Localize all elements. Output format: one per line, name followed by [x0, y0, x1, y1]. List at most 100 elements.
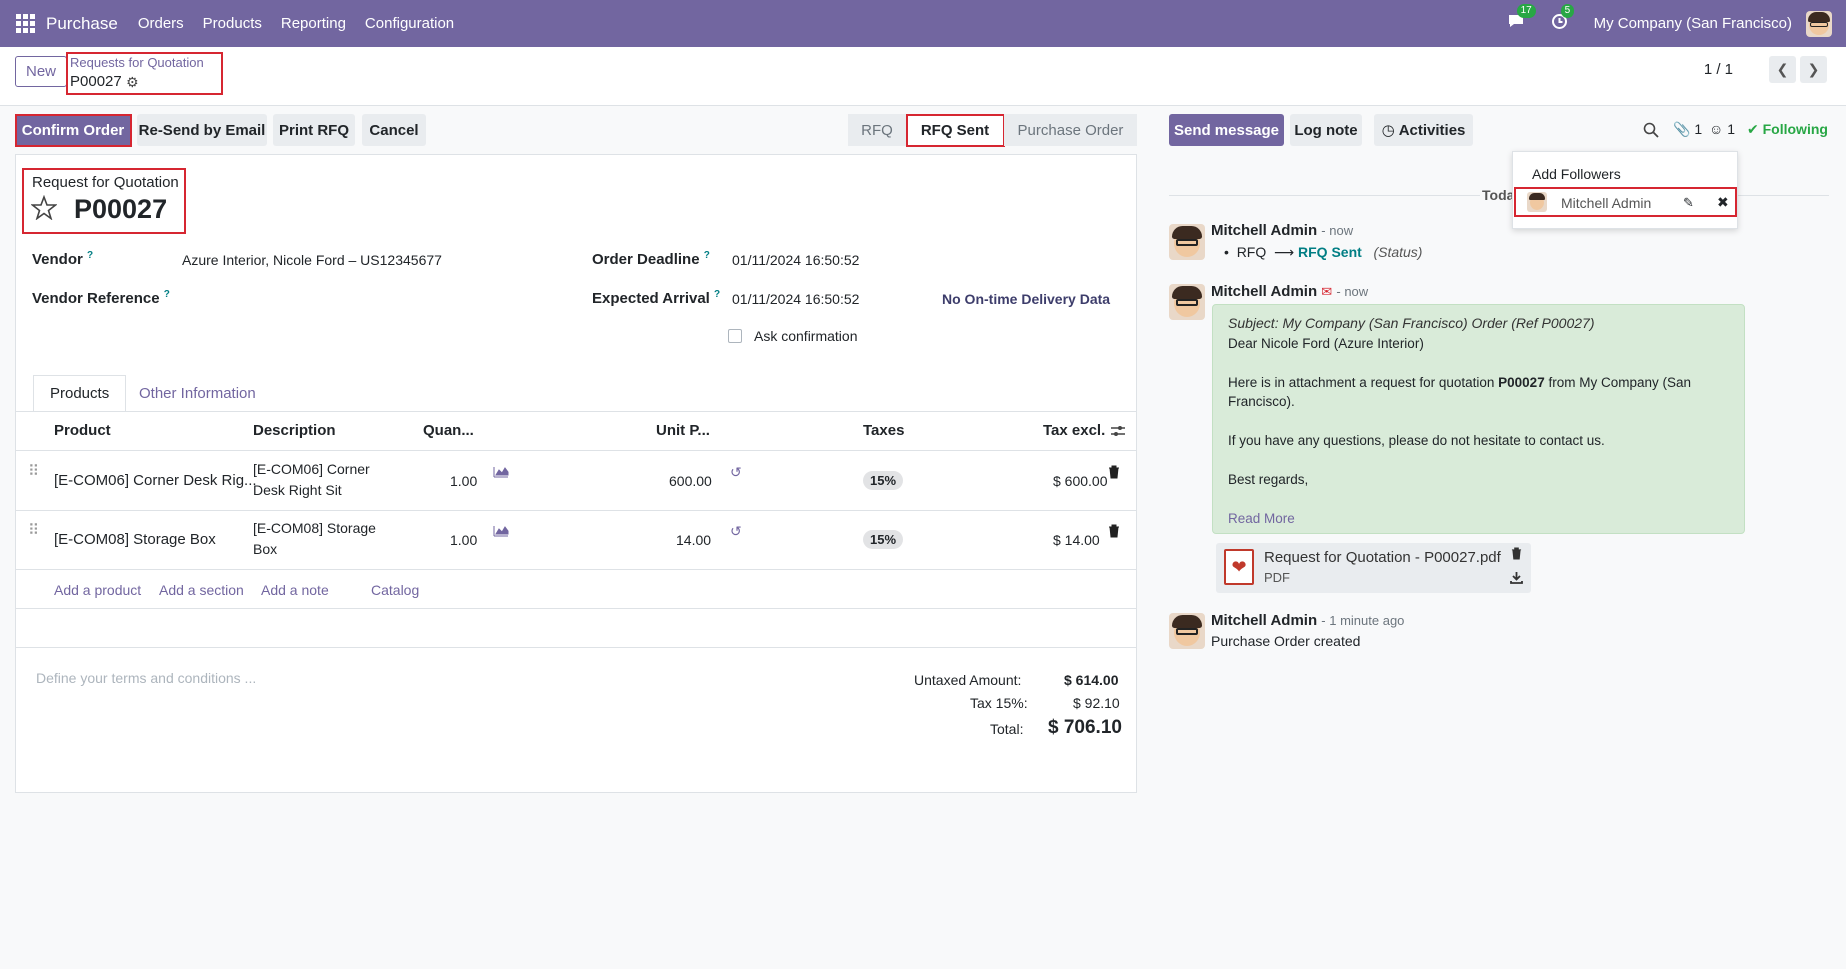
message-author[interactable]: Mitchell Admin - 1 minute ago — [1211, 612, 1404, 629]
row-unit-price[interactable]: 600.00 — [669, 473, 712, 489]
confirm-order-button[interactable]: Confirm Order — [15, 114, 131, 146]
ask-confirmation-checkbox[interactable] — [728, 329, 742, 343]
total-value: $ 706.10 — [1048, 717, 1122, 738]
cancel-button[interactable]: Cancel — [362, 114, 426, 146]
price-history-icon[interactable]: ↺ — [730, 523, 742, 540]
resend-email-button[interactable]: Re-Send by Email — [137, 114, 267, 146]
col-quantity[interactable]: Quan... — [423, 422, 474, 439]
trash-icon[interactable] — [1108, 465, 1120, 483]
row-tax-badge[interactable]: 15% — [863, 471, 904, 490]
terms-conditions-field[interactable]: Define your terms and conditions ... — [36, 670, 256, 686]
attachments-button[interactable]: 📎 1 — [1673, 121, 1702, 138]
trash-icon[interactable] — [1108, 524, 1120, 542]
col-unit-price[interactable]: Unit P... — [656, 422, 710, 439]
status-rfq-sent[interactable]: RFQ Sent — [906, 114, 1004, 146]
message-author[interactable]: Mitchell Admin ✉ - now — [1211, 283, 1368, 300]
price-history-icon[interactable]: ↺ — [730, 464, 742, 481]
message-avatar[interactable] — [1169, 224, 1205, 260]
forecast-chart-icon[interactable] — [493, 465, 509, 482]
row-description-line2[interactable]: Box — [253, 541, 277, 557]
drag-handle-icon[interactable]: ⠿ — [28, 462, 39, 480]
new-button[interactable]: New — [15, 56, 67, 87]
message-avatar[interactable] — [1169, 284, 1205, 320]
pager-previous-icon[interactable]: ❮ — [1769, 56, 1796, 83]
activities-badge: 5 — [1560, 3, 1575, 18]
tab-products[interactable]: Products — [33, 375, 127, 412]
email-greeting: Dear Nicole Ford (Azure Interior) — [1228, 336, 1424, 351]
breadcrumb-parent[interactable]: Requests for Quotation — [70, 55, 204, 70]
email-body-line1: Here is in attachment a request for quot… — [1228, 375, 1691, 390]
order-deadline-field[interactable]: 01/11/2024 16:50:52 — [732, 252, 859, 268]
menu-products[interactable]: Products — [203, 15, 262, 32]
catalog-link[interactable]: Catalog — [371, 582, 419, 598]
row-description-line1[interactable]: [E-COM06] Corner — [253, 461, 370, 477]
row-product[interactable]: [E-COM06] Corner Desk Rig... — [54, 472, 257, 489]
download-icon[interactable] — [1510, 571, 1523, 588]
company-switcher[interactable]: My Company (San Francisco) — [1594, 15, 1792, 32]
remove-follower-icon[interactable]: ✖ — [1717, 194, 1729, 211]
user-avatar[interactable] — [1806, 10, 1832, 37]
read-more-link[interactable]: Read More — [1228, 511, 1295, 526]
pencil-icon[interactable]: ✎ — [1683, 195, 1694, 211]
row-quantity[interactable]: 1.00 — [450, 473, 477, 489]
row-tax-badge[interactable]: 15% — [863, 530, 904, 549]
add-followers-link[interactable]: Add Followers — [1532, 166, 1621, 182]
gear-icon[interactable]: ⚙ — [126, 74, 139, 91]
clock-icon: ◷ — [1381, 122, 1395, 139]
menu-configuration[interactable]: Configuration — [365, 15, 454, 32]
optional-columns-icon[interactable] — [1110, 424, 1126, 442]
add-product-link[interactable]: Add a product — [54, 582, 141, 598]
status-rfq[interactable]: RFQ — [848, 114, 906, 146]
log-note-button[interactable]: Log note — [1290, 114, 1362, 146]
pager-value[interactable]: 1 / 1 — [1704, 61, 1733, 78]
status-purchase-order[interactable]: Purchase Order — [1004, 114, 1137, 146]
activities-icon[interactable]: 5 — [1551, 3, 1575, 35]
envelope-icon: ✉ — [1321, 284, 1333, 299]
send-message-button[interactable]: Send message — [1169, 114, 1284, 146]
search-icon[interactable] — [1643, 122, 1659, 142]
vendor-field[interactable]: Azure Interior, Nicole Ford – US12345677 — [182, 252, 442, 268]
vendor-reference-field[interactable] — [182, 287, 562, 309]
row-quantity[interactable]: 1.00 — [450, 532, 477, 548]
col-tax-excluded[interactable]: Tax excl. — [1043, 422, 1105, 439]
message-avatar[interactable] — [1169, 613, 1205, 649]
tab-other-information[interactable]: Other Information — [123, 375, 272, 411]
row-description-line2[interactable]: Desk Right Sit — [253, 482, 342, 498]
row-description-line1[interactable]: [E-COM08] Storage — [253, 520, 376, 536]
col-product[interactable]: Product — [54, 422, 111, 439]
col-taxes[interactable]: Taxes — [863, 422, 904, 439]
forecast-chart-icon[interactable] — [493, 524, 509, 541]
pager-next-icon[interactable]: ❯ — [1800, 56, 1827, 83]
attachment-card[interactable]: ❤ Request for Quotation - P00027.pdf PDF — [1216, 543, 1531, 593]
print-rfq-button[interactable]: Print RFQ — [273, 114, 355, 146]
expected-arrival-label: Expected Arrival ? — [592, 289, 721, 307]
row-product[interactable]: [E-COM08] Storage Box — [54, 531, 216, 548]
add-note-link[interactable]: Add a note — [261, 582, 329, 598]
apps-menu-icon[interactable] — [16, 13, 36, 34]
menu-reporting[interactable]: Reporting — [281, 15, 346, 32]
followers-button[interactable]: ☺ 1 — [1709, 121, 1735, 137]
message-time: - 1 minute ago — [1321, 613, 1405, 628]
expected-arrival-field[interactable]: 01/11/2024 16:50:52 — [732, 291, 859, 307]
row-subtotal: $ 600.00 — [1053, 473, 1108, 489]
attachment-name[interactable]: Request for Quotation - P00027.pdf — [1264, 549, 1501, 566]
attachment-type: PDF — [1264, 570, 1290, 585]
drag-handle-icon[interactable]: ⠿ — [28, 521, 39, 539]
star-icon[interactable] — [30, 194, 58, 224]
message-author[interactable]: Mitchell Admin - now — [1211, 222, 1353, 239]
arrow-right-icon: ⟶ — [1274, 244, 1295, 260]
pdf-icon: ❤ — [1224, 549, 1254, 585]
row-divider — [15, 510, 1137, 511]
tax-label: Tax 15%: — [970, 695, 1028, 711]
activities-button[interactable]: ◷ Activities — [1374, 114, 1473, 146]
row-unit-price[interactable]: 14.00 — [676, 532, 711, 548]
row-divider — [15, 569, 1137, 570]
add-section-link[interactable]: Add a section — [159, 582, 244, 598]
following-button[interactable]: ✔ Following — [1747, 121, 1828, 138]
col-description[interactable]: Description — [253, 422, 336, 439]
follower-name[interactable]: Mitchell Admin — [1561, 195, 1651, 211]
menu-orders[interactable]: Orders — [138, 15, 184, 32]
trash-icon[interactable] — [1511, 547, 1522, 564]
messages-icon[interactable]: 17 — [1507, 4, 1536, 34]
app-name[interactable]: Purchase — [46, 14, 118, 34]
